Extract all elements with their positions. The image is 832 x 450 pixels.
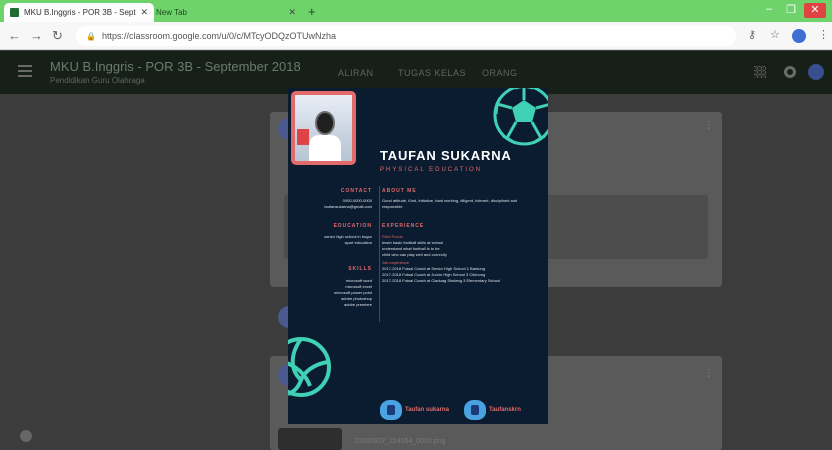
skill-item: microsoft word: [345, 278, 372, 283]
attachment-filename: 20180922_224054_0001.png: [354, 438, 446, 445]
class-subtitle: Pendidikan Guru Olahraga: [50, 76, 145, 85]
job-item: 2017-2018 Futsal Coach at Senior High Sc…: [382, 266, 485, 271]
tab-tugas-kelas[interactable]: TUGAS KELAS: [398, 68, 466, 78]
about-text: responsible: [382, 204, 403, 209]
contact-phone: 0000-0000-0000: [342, 198, 372, 203]
close-window-icon[interactable]: ✕: [804, 3, 826, 18]
resume-role: PHYSICAL EDUCATION: [380, 167, 483, 173]
hamburger-menu-icon[interactable]: [18, 65, 32, 80]
facebook-icon: [380, 400, 402, 420]
field-focus-item: child who can play well and correctly: [382, 252, 447, 257]
settings-icon[interactable]: [784, 66, 796, 78]
back-arrow-icon[interactable]: ←: [8, 28, 21, 43]
help-icon[interactable]: [20, 430, 32, 442]
more-options-icon[interactable]: ⋮: [704, 368, 714, 379]
tab-classroom[interactable]: MKU B.Inggris - POR 3B - Septe ✕: [4, 3, 154, 22]
divider: [379, 186, 380, 322]
bookmark-star-icon[interactable]: ☆: [770, 28, 780, 41]
field-focus-item: teach basic football skills at school: [382, 240, 444, 245]
browser-toolbar: ← → ↻ 🔒 https://classroom.google.com/u/0…: [0, 22, 832, 50]
contact-email: taufansukarna@gmail.com: [324, 204, 372, 209]
menu-kebab-icon[interactable]: ⋮: [818, 28, 829, 41]
volleyball-icon: [288, 337, 331, 397]
skills-heading: SKILLS: [348, 266, 372, 272]
tab-title: MKU B.Inggris - POR 3B - Septe: [24, 8, 137, 17]
resume-name: TAUFAN SUKARNA: [380, 148, 512, 163]
profile-photo: [291, 91, 356, 165]
skill-item: adobe premiere: [343, 302, 372, 307]
job-item: 2017-2018 Futsal Coach at Ciaduag Sindan…: [382, 278, 501, 283]
forward-arrow-icon[interactable]: →: [30, 28, 43, 43]
contact-heading: CONTACT: [340, 188, 372, 194]
skill-item: adobe photoshop: [341, 296, 372, 301]
lock-icon: 🔒: [86, 31, 96, 41]
url-text: https://classroom.google.com/u/0/c/MTcyO…: [101, 31, 337, 41]
extension-icon[interactable]: [792, 29, 806, 43]
tab-title: New Tab: [156, 8, 187, 17]
key-icon[interactable]: ⚷: [748, 28, 756, 41]
address-bar[interactable]: 🔒 https://classroom.google.com/u/0/c/MTc…: [76, 26, 736, 46]
classroom-favicon-icon: [10, 8, 19, 17]
about-text: Good attitude, Kind, initiative, hard wo…: [382, 198, 518, 203]
tab-close-icon[interactable]: ✕: [288, 7, 296, 18]
avatar[interactable]: [808, 64, 824, 80]
job-experience-heading: Job experience: [382, 260, 410, 265]
new-tab-button[interactable]: +: [308, 4, 316, 19]
education-heading: EDUCATION: [333, 223, 372, 229]
experience-heading: EXPERIENCE: [382, 223, 425, 229]
class-title[interactable]: MKU B.Inggris - POR 3B - September 2018: [50, 59, 301, 74]
job-item: 2017-2018 Futsal Coach at Junior High Sc…: [382, 272, 486, 277]
attachment-thumbnail: [278, 428, 342, 450]
facebook-label: Taufan sukarna: [405, 407, 449, 413]
tab-orang[interactable]: ORANG: [482, 68, 518, 78]
resume-image: TAUFAN SUKARNA PHYSICAL EDUCATION CONTAC…: [288, 88, 548, 424]
education-major: sport education: [344, 240, 372, 245]
instagram-link: Taufanskrn: [464, 400, 521, 420]
education-school: senior high school in bogor: [324, 234, 372, 239]
maximize-icon[interactable]: ❐: [780, 3, 802, 18]
browser-tab-strip: MKU B.Inggris - POR 3B - Septe ✕ New Tab…: [0, 0, 832, 22]
soccer-ball-icon: [493, 88, 548, 146]
tab-new-tab[interactable]: New Tab ✕: [150, 3, 302, 22]
tab-close-icon[interactable]: ✕: [140, 7, 148, 18]
reload-icon[interactable]: ↻: [52, 28, 63, 44]
field-focus-heading: Field Focus: [382, 234, 403, 239]
skill-item: microsoft excel: [345, 284, 372, 289]
instagram-label: Taufanskrn: [489, 407, 521, 413]
apps-grid-icon[interactable]: [754, 66, 766, 78]
instagram-icon: [464, 400, 486, 420]
about-heading: ABOUT ME: [382, 188, 417, 194]
minimize-icon[interactable]: –: [758, 3, 780, 18]
facebook-link: Taufan sukarna: [380, 400, 449, 420]
tab-aliran[interactable]: ALIRAN: [338, 68, 374, 78]
skill-item: microsoft power point: [333, 290, 372, 295]
field-focus-item: understand what football is to be: [382, 246, 440, 251]
more-options-icon[interactable]: ⋮: [704, 120, 714, 131]
